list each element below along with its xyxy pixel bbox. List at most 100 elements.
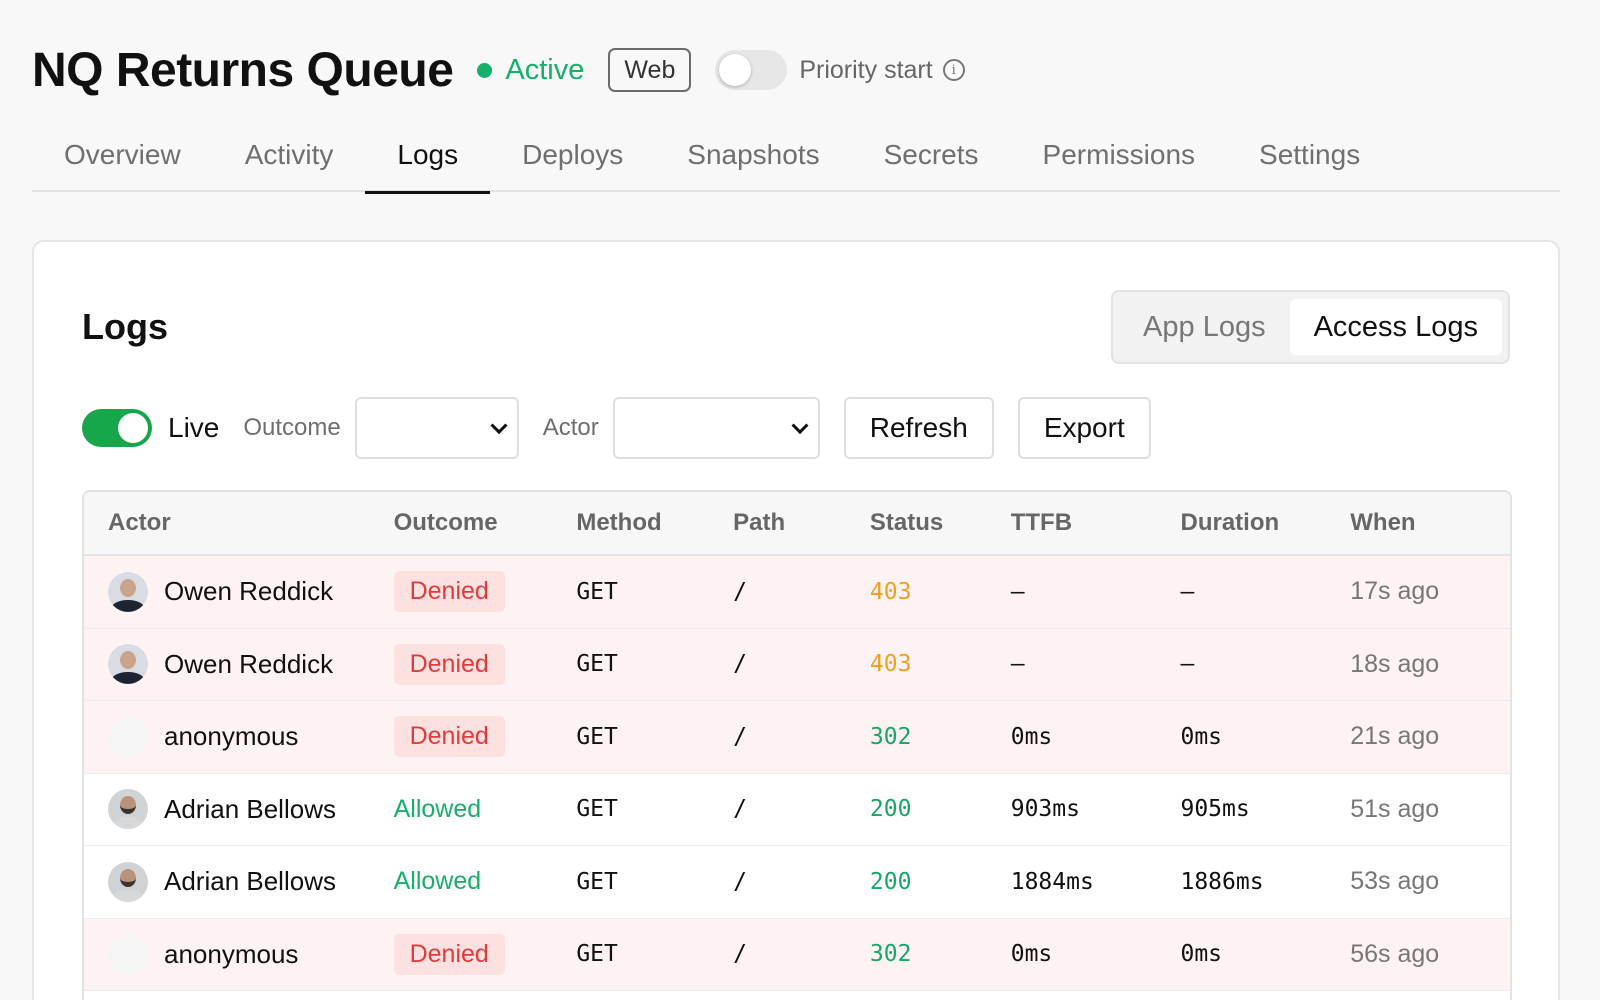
actor-name: anonymous (164, 721, 299, 752)
status-code-cell: 403 (869, 578, 912, 605)
filter-bar: Live Outcome Actor Refresh Export (82, 396, 1151, 460)
duration-cell: 1886ms (1180, 868, 1264, 895)
log-type-switcher: App Logs Access Logs (1111, 290, 1510, 364)
avatar (108, 644, 148, 685)
column-header-outcome[interactable]: Outcome (394, 509, 577, 537)
outcome-badge: Denied (393, 716, 505, 758)
outcome-badge: Denied (393, 571, 505, 613)
method-cell: GET (576, 796, 618, 823)
status-code-cell: 302 (869, 723, 912, 750)
toggle-knob (719, 54, 752, 86)
toggle-knob (118, 413, 148, 443)
actor-cell: Adrian Bellows (84, 789, 394, 830)
actor-name: Owen Reddick (164, 648, 334, 679)
tab-label: Activity (244, 139, 334, 170)
column-header-path[interactable]: Path (733, 509, 870, 537)
actor-cell: Owen Reddick (84, 571, 394, 612)
status-code-cell: 403 (869, 651, 912, 678)
when-cell: 18s ago (1350, 649, 1440, 678)
column-header-duration[interactable]: Duration (1180, 509, 1350, 537)
ttfb-cell: – (1010, 651, 1025, 678)
actor-select[interactable] (612, 397, 820, 459)
path-cell: / (733, 651, 747, 678)
method-cell: GET (576, 868, 618, 895)
avatar (108, 934, 148, 975)
column-header-ttfb[interactable]: TTFB (1011, 509, 1181, 537)
table-row[interactable]: anonymous Denied GET / 302 0ms 0ms 21s a… (84, 701, 1510, 774)
path-cell: / (733, 796, 747, 823)
tab-activity[interactable]: Activity (213, 118, 366, 192)
tab-label: Snapshots (687, 139, 820, 170)
tab-label: Secrets (883, 139, 979, 170)
tab-label: Logs (397, 139, 459, 170)
export-button[interactable]: Export (1017, 397, 1151, 459)
tab-overview[interactable]: Overview (32, 118, 213, 192)
tab-snapshots[interactable]: Snapshots (655, 118, 851, 192)
app-logs-tab[interactable]: App Logs (1119, 299, 1290, 355)
table-row[interactable]: Adrian Bellows Allowed GET / 200 1884ms … (84, 846, 1510, 919)
tab-permissions[interactable]: Permissions (1011, 118, 1227, 192)
outcome-select[interactable] (354, 397, 519, 459)
when-cell: 21s ago (1350, 722, 1440, 751)
tab-label: Permissions (1042, 139, 1196, 170)
when-cell: 51s ago (1350, 794, 1440, 823)
method-cell: GET (576, 651, 618, 678)
column-header-actor[interactable]: Actor (84, 509, 394, 537)
actor-name: Owen Reddick (164, 576, 334, 607)
outcome-filter-label: Outcome (243, 414, 341, 441)
column-header-method[interactable]: Method (576, 509, 733, 537)
tab-logs[interactable]: Logs (365, 118, 490, 194)
access-logs-tab[interactable]: Access Logs (1289, 299, 1502, 355)
outcome-badge: Denied (393, 933, 505, 975)
status-label: Active (505, 53, 585, 86)
tab-deploys[interactable]: Deploys (490, 118, 655, 192)
status-code-cell: 200 (869, 796, 912, 823)
tab-settings[interactable]: Settings (1227, 118, 1392, 192)
table-row[interactable]: Owen Reddick Denied GET / 403 – – 18s ag… (84, 628, 1510, 701)
ttfb-cell: 0ms (1010, 723, 1053, 750)
duration-cell: 0ms (1180, 723, 1223, 750)
actor-filter-label: Actor (542, 414, 599, 441)
table-row[interactable]: Owen Reddick Denied GET / 403 – – 17s ag… (84, 556, 1510, 629)
ttfb-cell: 0ms (1010, 941, 1053, 968)
actor-name: Adrian Bellows (164, 866, 336, 897)
path-cell: / (733, 578, 747, 605)
outcome-label: Allowed (393, 867, 482, 896)
avatar (108, 789, 148, 830)
method-cell: GET (576, 941, 618, 968)
live-label: Live (168, 412, 220, 443)
tab-label: Deploys (522, 139, 624, 170)
when-cell: 56s ago (1350, 939, 1440, 968)
table-row[interactable]: Adrian Bellows Allowed GET / 200 903ms 9… (84, 773, 1510, 846)
duration-cell: – (1180, 578, 1195, 605)
outcome-cell: Denied (393, 716, 577, 758)
path-cell: / (733, 723, 747, 750)
status-code-cell: 302 (869, 941, 912, 968)
refresh-button[interactable]: Refresh (843, 397, 994, 459)
tab-label: Settings (1259, 139, 1361, 170)
ttfb-cell: 1884ms (1010, 868, 1094, 895)
outcome-cell: Denied (393, 933, 577, 975)
chevron-down-icon (791, 417, 809, 435)
column-header-when[interactable]: When (1350, 509, 1510, 537)
table-header: Actor Outcome Method Path Status TTFB Du… (84, 492, 1510, 556)
duration-cell: – (1180, 651, 1195, 678)
tab-bar: Overview Activity Logs Deploys Snapshots… (32, 118, 1560, 194)
status-dot-icon (477, 62, 493, 78)
type-badge: Web (608, 48, 692, 92)
tab-secrets[interactable]: Secrets (852, 118, 1011, 192)
logs-card: Logs App Logs Access Logs Live Outcome A… (32, 240, 1560, 1000)
outcome-cell: Allowed (394, 795, 577, 824)
priority-start-toggle[interactable] (715, 50, 788, 90)
outcome-cell: Denied (393, 571, 577, 613)
info-icon[interactable]: i (942, 59, 965, 81)
live-toggle[interactable] (82, 409, 152, 447)
column-header-status[interactable]: Status (870, 509, 1011, 537)
outcome-cell: Allowed (394, 867, 577, 896)
method-cell: GET (576, 578, 618, 605)
outcome-cell: Denied (393, 643, 577, 685)
status-code-cell: 200 (869, 868, 912, 895)
table-row[interactable]: anonymous Denied GET / 302 0ms 0ms 56s a… (84, 918, 1510, 991)
when-cell: 17s ago (1350, 577, 1440, 606)
outcome-badge: Denied (393, 643, 505, 685)
